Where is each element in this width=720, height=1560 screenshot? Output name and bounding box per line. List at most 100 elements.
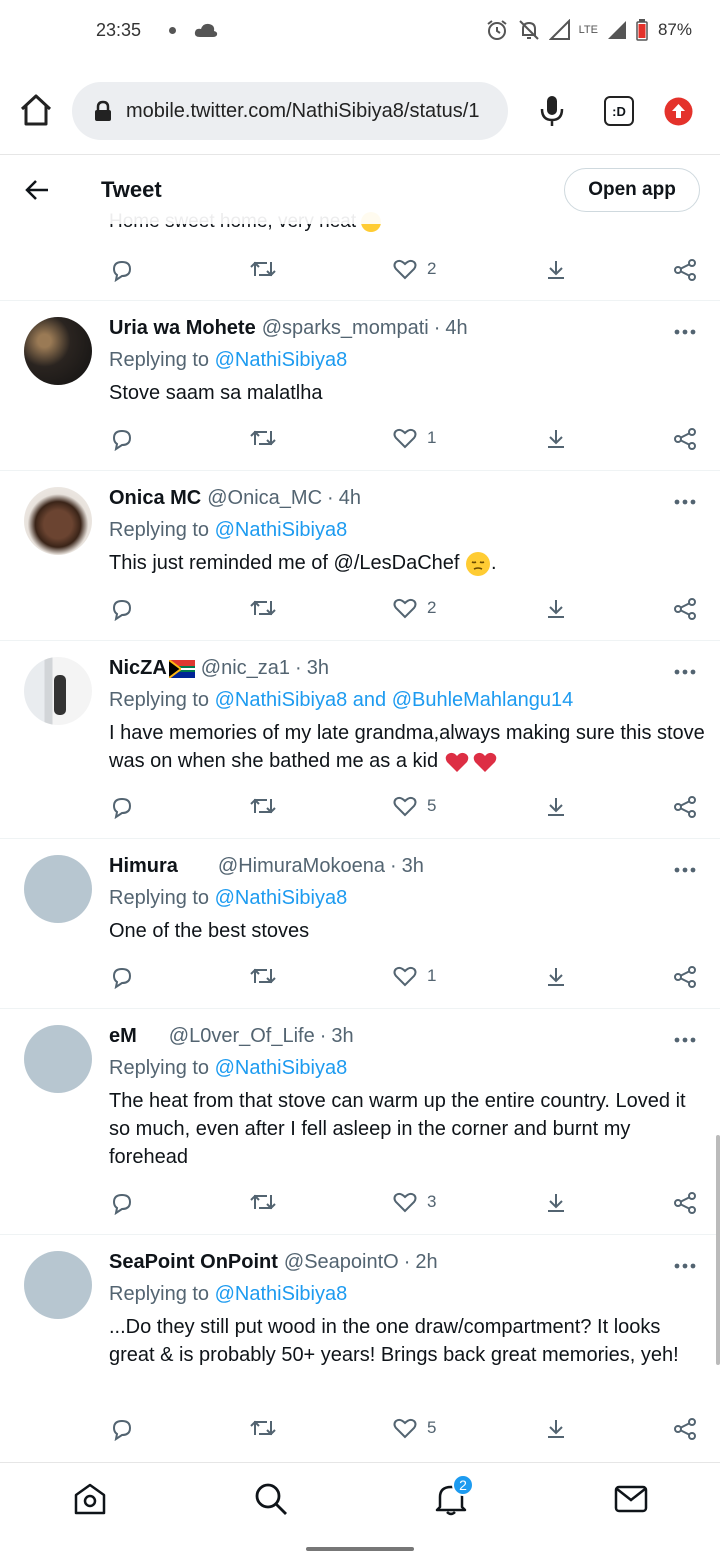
tweet-text: This just reminded me of @/LesDaChef .: [109, 549, 705, 577]
reply-button[interactable]: [110, 965, 134, 989]
share-button[interactable]: [673, 258, 697, 282]
more-options-icon[interactable]: [674, 1263, 696, 1269]
author-handle[interactable]: @Onica_MC: [207, 487, 322, 510]
tweet-actions: 5: [0, 1409, 720, 1449]
author-handle[interactable]: @nic_za1: [201, 657, 290, 680]
like-button[interactable]: 1: [393, 427, 436, 449]
microphone-icon[interactable]: [538, 94, 566, 128]
share-button[interactable]: [673, 965, 697, 989]
like-count: 3: [427, 1192, 437, 1211]
extension-button[interactable]: :D: [604, 96, 634, 126]
more-options-icon[interactable]: [674, 499, 696, 505]
reply-icon: [112, 797, 132, 819]
download-button[interactable]: [544, 258, 568, 282]
update-icon[interactable]: [664, 97, 693, 126]
reply-button[interactable]: [110, 258, 134, 282]
download-button[interactable]: [544, 965, 568, 989]
mention-link[interactable]: @NathiSibiya8 and @BuhleMahlangu14: [215, 689, 574, 711]
share-button[interactable]: [673, 795, 697, 819]
retweet-button[interactable]: [249, 1417, 277, 1439]
retweet-button[interactable]: [249, 258, 277, 280]
author-name[interactable]: NicZA: [109, 657, 167, 680]
avatar[interactable]: [24, 855, 92, 923]
download-button[interactable]: [544, 1417, 568, 1441]
author-name[interactable]: SeaPoint OnPoint: [109, 1251, 278, 1274]
avatar[interactable]: [24, 657, 92, 725]
like-button[interactable]: 3: [393, 1191, 436, 1213]
like-button[interactable]: 2: [393, 258, 436, 280]
retweet-button[interactable]: [249, 965, 277, 987]
share-icon: [674, 1418, 696, 1440]
share-button[interactable]: [673, 1417, 697, 1441]
retweet-button[interactable]: [249, 1191, 277, 1213]
open-app-button[interactable]: Open app: [564, 168, 700, 212]
like-button[interactable]: 2: [393, 597, 436, 619]
tweet-text: The heat from that stove can warm up the…: [109, 1090, 686, 1168]
reply-button[interactable]: [110, 1417, 134, 1441]
replying-to: Replying to @NathiSibiya8: [109, 519, 348, 541]
reply-icon: [112, 429, 132, 451]
retweet-icon: [250, 600, 276, 616]
lock-icon: [95, 100, 111, 121]
replying-to: Replying to @NathiSibiya8: [109, 349, 348, 371]
more-options-icon[interactable]: [674, 329, 696, 335]
reply-tweet[interactable]: Onica MC @Onica_MC · 4h Replying to @NathiS…: [0, 471, 720, 641]
reply-tweet[interactable]: SeaPoint OnPoint @SeapointO · 2h Replying t…: [0, 1235, 720, 1461]
download-button[interactable]: [544, 427, 568, 451]
download-button[interactable]: [544, 597, 568, 621]
download-button[interactable]: [544, 1191, 568, 1215]
retweet-button[interactable]: [249, 427, 277, 449]
mention-link[interactable]: @NathiSibiya8: [215, 1057, 348, 1079]
share-button[interactable]: [673, 427, 697, 451]
tweet-author: Uria wa Mohete @sparks_mompati · 4h: [109, 317, 468, 340]
like-count: 5: [427, 796, 437, 815]
messages-envelope-icon[interactable]: [614, 1481, 648, 1517]
like-button[interactable]: 1: [393, 965, 436, 987]
reply-button[interactable]: [110, 427, 134, 451]
search-nav-icon[interactable]: [253, 1481, 289, 1517]
share-button[interactable]: [673, 1191, 697, 1215]
reply-button[interactable]: [110, 1191, 134, 1215]
reply-tweet[interactable]: eM @L0ver_Of_Life · 3h Replying to @NathiSi…: [0, 1009, 720, 1235]
download-icon: [548, 1420, 564, 1438]
avatar[interactable]: [24, 317, 92, 385]
retweet-button[interactable]: [249, 795, 277, 817]
author-name[interactable]: Onica MC: [109, 487, 201, 510]
author-name[interactable]: Uria wa Mohete: [109, 317, 256, 340]
like-button[interactable]: 5: [393, 1417, 436, 1439]
mention-link[interactable]: @NathiSibiya8: [215, 349, 348, 371]
mention-link[interactable]: @NathiSibiya8: [215, 519, 348, 541]
more-options-icon[interactable]: [674, 867, 696, 873]
more-options-icon[interactable]: [674, 1037, 696, 1043]
reply-tweet[interactable]: Himura @HimuraMokoena · 3h Replying to @Nat…: [0, 839, 720, 1009]
author-handle[interactable]: @SeapointO: [284, 1251, 399, 1274]
tweet-header: Tweet Open app: [0, 154, 720, 224]
download-button[interactable]: [544, 795, 568, 819]
like-button[interactable]: 5: [393, 795, 436, 817]
address-bar[interactable]: mobile.twitter.com/NathiSibiya8/status/1: [72, 82, 508, 140]
home-nav-icon[interactable]: [73, 1481, 107, 1517]
reply-tweet[interactable]: Uria wa Mohete @sparks_mompati · 4h Replyin…: [0, 301, 720, 471]
retweet-button[interactable]: [249, 597, 277, 619]
author-handle[interactable]: @sparks_mompati: [262, 317, 429, 340]
scrollbar[interactable]: [716, 1135, 720, 1365]
mention-link[interactable]: @NathiSibiya8: [215, 887, 348, 909]
home-icon[interactable]: [18, 92, 54, 128]
mention-link[interactable]: @NathiSibiya8: [215, 1283, 348, 1305]
back-arrow-icon[interactable]: [24, 177, 50, 203]
more-options-icon[interactable]: [674, 669, 696, 675]
reply-tweet[interactable]: NicZA @nic_za1 · 3h Replying to @NathiSibiy…: [0, 641, 720, 839]
share-button[interactable]: [673, 597, 697, 621]
reply-button[interactable]: [110, 597, 134, 621]
avatar[interactable]: [24, 487, 92, 555]
avatar[interactable]: [24, 1251, 92, 1319]
gesture-bar[interactable]: [306, 1547, 414, 1551]
author-name[interactable]: Himura: [109, 855, 178, 878]
author-handle[interactable]: @HimuraMokoena: [218, 855, 385, 878]
avatar[interactable]: [24, 1025, 92, 1093]
share-icon: [674, 259, 696, 281]
reply-button[interactable]: [110, 795, 134, 819]
reply-icon: [112, 1193, 132, 1215]
author-name[interactable]: eM: [109, 1025, 137, 1048]
author-handle[interactable]: @L0ver_Of_Life: [169, 1025, 315, 1048]
